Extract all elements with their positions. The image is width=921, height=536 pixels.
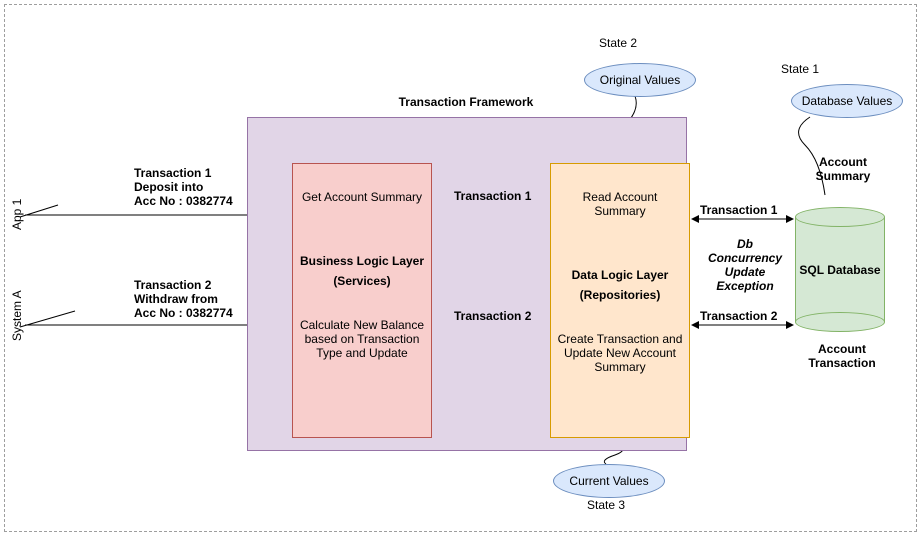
original-values-text: Original Values: [600, 73, 680, 87]
bll-subtitle: (Services): [299, 274, 425, 288]
transaction-2-label-a: Transaction 2: [454, 309, 531, 323]
database-values-text: Database Values: [802, 94, 893, 108]
state-2-label: State 2: [588, 36, 648, 50]
account-summary-label: Account Summary: [803, 155, 883, 183]
framework-title: Transaction Framework: [247, 95, 685, 109]
business-logic-layer-box: Get Account Summary Business Logic Layer…: [292, 163, 432, 438]
sql-database-cylinder: SQL Database: [795, 207, 885, 332]
transaction-1-label-b: Transaction 1: [700, 203, 777, 217]
current-values-text: Current Values: [569, 474, 648, 488]
dll-title: Data Logic Layer: [557, 268, 683, 282]
dll-subtitle: (Repositories): [557, 288, 683, 302]
transaction-1-desc: Transaction 1 Deposit into Acc No : 0382…: [134, 166, 244, 208]
transaction-1-label-a: Transaction 1: [454, 189, 531, 203]
diagram-canvas: Transaction Framework Get Account Summar…: [0, 0, 921, 536]
original-values-ellipse: Original Values: [584, 63, 696, 97]
app-1-source: App 1: [10, 199, 24, 230]
database-label: SQL Database: [799, 263, 880, 277]
db-concurrency-label: Db Concurrency Update Exception: [700, 237, 790, 293]
t1-line2: Deposit into: [134, 180, 203, 194]
state-1-label: State 1: [770, 62, 830, 76]
dll-create-trans: Create Transaction and Update New Accoun…: [557, 332, 683, 374]
bll-calculate: Calculate New Balance based on Transacti…: [299, 318, 425, 360]
transaction-2-label-b: Transaction 2: [700, 309, 777, 323]
current-values-ellipse: Current Values: [553, 464, 665, 498]
bll-get-account: Get Account Summary: [299, 190, 425, 204]
t2-line1: Transaction 2: [134, 278, 211, 292]
t1-line3: Acc No : 0382774: [134, 194, 233, 208]
account-transaction-label: Account Transaction: [792, 342, 892, 370]
data-logic-layer-box: Read Account Summary Data Logic Layer (R…: [550, 163, 690, 438]
system-a-source: System A: [10, 290, 24, 341]
t1-line1: Transaction 1: [134, 166, 211, 180]
t2-line3: Acc No : 0382774: [134, 306, 233, 320]
transaction-2-desc: Transaction 2 Withdraw from Acc No : 038…: [134, 278, 244, 320]
state-3-label: State 3: [576, 498, 636, 512]
dll-read-account: Read Account Summary: [557, 190, 683, 218]
bll-title: Business Logic Layer: [299, 254, 425, 268]
database-values-ellipse: Database Values: [791, 84, 903, 118]
t2-line2: Withdraw from: [134, 292, 218, 306]
